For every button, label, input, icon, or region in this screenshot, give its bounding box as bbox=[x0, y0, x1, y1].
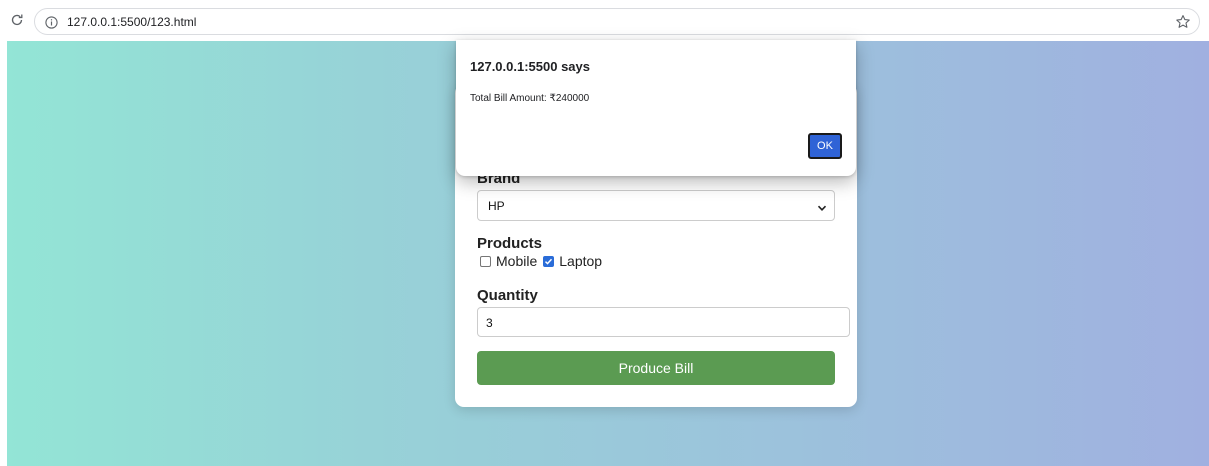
mobile-checkbox[interactable] bbox=[480, 255, 491, 267]
alert-dialog: 127.0.0.1:5500 says Total Bill Amount: ₹… bbox=[456, 40, 856, 176]
brand-select-value: HP bbox=[488, 199, 505, 213]
quantity-label: Quantity bbox=[477, 287, 538, 304]
products-label: Products bbox=[477, 235, 543, 252]
quantity-input[interactable]: 3 bbox=[477, 307, 850, 337]
alert-message: Total Bill Amount: ₹240000 bbox=[470, 93, 590, 104]
url-text: 127.0.0.1:5500/123.html bbox=[67, 15, 197, 29]
checkmark-icon bbox=[545, 258, 553, 265]
info-icon[interactable] bbox=[43, 14, 59, 30]
alert-title: 127.0.0.1:5500 says bbox=[470, 59, 590, 74]
produce-bill-button[interactable]: Produce Bill bbox=[477, 351, 835, 385]
address-bar[interactable]: 127.0.0.1:5500/123.html bbox=[34, 8, 1200, 35]
laptop-checkbox-label[interactable]: Laptop bbox=[559, 253, 602, 269]
chevron-down-icon bbox=[816, 201, 828, 213]
star-icon[interactable] bbox=[1174, 13, 1192, 31]
mobile-checkbox-label[interactable]: Mobile bbox=[496, 253, 537, 269]
reload-icon[interactable] bbox=[9, 12, 25, 28]
laptop-checkbox[interactable] bbox=[543, 255, 555, 267]
brand-select[interactable]: HP bbox=[477, 190, 835, 221]
products-checkbox-group: Mobile Laptop bbox=[480, 253, 608, 269]
browser-toolbar: 127.0.0.1:5500/123.html bbox=[0, 0, 1209, 40]
quantity-input-value: 3 bbox=[486, 316, 493, 330]
ok-button[interactable]: OK bbox=[808, 133, 842, 159]
